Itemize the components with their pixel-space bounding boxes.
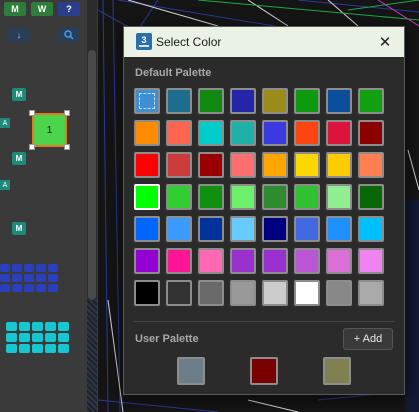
color-swatch[interactable] xyxy=(326,216,352,242)
color-swatch[interactable] xyxy=(294,216,320,242)
resize-handle[interactable] xyxy=(64,110,70,116)
color-swatch[interactable] xyxy=(198,88,224,114)
divider xyxy=(134,321,394,322)
selected-node-label: 1 xyxy=(46,124,53,136)
zoom-search-button[interactable] xyxy=(58,28,80,42)
color-swatch[interactable] xyxy=(358,184,384,210)
resize-handle[interactable] xyxy=(29,144,35,150)
color-swatch[interactable] xyxy=(230,248,256,274)
color-swatch[interactable] xyxy=(262,280,288,306)
user-color-swatch[interactable] xyxy=(177,357,205,385)
resize-handle[interactable] xyxy=(29,110,35,116)
color-swatch[interactable] xyxy=(166,152,192,178)
color-swatch[interactable] xyxy=(134,184,160,210)
color-swatch[interactable] xyxy=(198,280,224,306)
m-node[interactable]: M xyxy=(12,88,26,101)
color-swatch[interactable] xyxy=(134,88,160,114)
close-icon: ✕ xyxy=(378,34,392,51)
add-color-button[interactable]: + Add xyxy=(343,328,393,350)
color-swatch[interactable] xyxy=(294,280,320,306)
color-swatch[interactable] xyxy=(166,280,192,306)
color-swatch[interactable] xyxy=(134,120,160,146)
color-swatch[interactable] xyxy=(134,152,160,178)
right-edge-panel xyxy=(405,200,419,412)
color-swatch[interactable] xyxy=(230,184,256,210)
default-palette-grid xyxy=(134,88,384,306)
color-swatch[interactable] xyxy=(134,216,160,242)
color-swatch[interactable] xyxy=(326,120,352,146)
color-swatch[interactable] xyxy=(262,120,288,146)
color-swatch[interactable] xyxy=(230,152,256,178)
color-swatch[interactable] xyxy=(134,248,160,274)
color-swatch[interactable] xyxy=(230,216,256,242)
help-button[interactable]: ? xyxy=(58,2,80,16)
pattern-icon xyxy=(139,93,155,109)
node-cluster-cyan[interactable] xyxy=(6,322,69,353)
m-tool-button[interactable]: M xyxy=(4,2,26,16)
color-swatch[interactable] xyxy=(294,152,320,178)
color-swatch[interactable] xyxy=(198,248,224,274)
a-node[interactable]: A xyxy=(0,180,10,190)
user-color-swatch[interactable] xyxy=(323,357,351,385)
color-swatch[interactable] xyxy=(166,120,192,146)
scrollbar-track-hatch xyxy=(87,300,97,412)
scrollbar-thumb[interactable] xyxy=(88,50,96,300)
a-node[interactable]: A xyxy=(0,118,10,128)
app-icon: 3 xyxy=(136,33,152,50)
left-panel: M W ? ↓ M A 1 M A M xyxy=(0,0,98,412)
color-swatch[interactable] xyxy=(294,248,320,274)
search-icon xyxy=(64,30,74,40)
color-swatch[interactable] xyxy=(358,120,384,146)
color-swatch[interactable] xyxy=(326,152,352,178)
color-swatch[interactable] xyxy=(262,248,288,274)
down-arrow-button[interactable]: ↓ xyxy=(8,28,30,42)
color-swatch[interactable] xyxy=(230,120,256,146)
color-swatch[interactable] xyxy=(198,120,224,146)
color-swatch[interactable] xyxy=(358,216,384,242)
default-palette-heading: Default Palette xyxy=(135,67,212,79)
color-swatch[interactable] xyxy=(262,184,288,210)
selected-node[interactable]: 1 xyxy=(32,113,67,147)
color-swatch[interactable] xyxy=(358,248,384,274)
color-swatch[interactable] xyxy=(358,88,384,114)
color-swatch[interactable] xyxy=(358,152,384,178)
color-swatch[interactable] xyxy=(134,280,160,306)
color-swatch[interactable] xyxy=(166,88,192,114)
svg-text:3: 3 xyxy=(141,35,146,45)
resize-handle[interactable] xyxy=(64,144,70,150)
color-swatch[interactable] xyxy=(230,88,256,114)
color-swatch[interactable] xyxy=(198,216,224,242)
color-swatch[interactable] xyxy=(262,216,288,242)
dialog-titlebar[interactable]: 3 Select Color ✕ xyxy=(124,27,404,57)
color-swatch[interactable] xyxy=(294,184,320,210)
user-palette-heading: User Palette xyxy=(135,333,199,345)
color-swatch[interactable] xyxy=(166,184,192,210)
user-color-swatch[interactable] xyxy=(250,357,278,385)
color-swatch[interactable] xyxy=(262,88,288,114)
color-swatch[interactable] xyxy=(166,216,192,242)
color-swatch[interactable] xyxy=(198,184,224,210)
color-swatch[interactable] xyxy=(294,88,320,114)
color-swatch[interactable] xyxy=(326,280,352,306)
color-swatch[interactable] xyxy=(326,248,352,274)
color-swatch[interactable] xyxy=(166,248,192,274)
color-swatch[interactable] xyxy=(230,280,256,306)
select-color-dialog: 3 Select Color ✕ Default Palette User Pa… xyxy=(123,26,405,395)
color-swatch[interactable] xyxy=(198,152,224,178)
w-tool-button[interactable]: W xyxy=(31,2,53,16)
left-panel-scrollbar[interactable] xyxy=(87,0,97,412)
color-swatch[interactable] xyxy=(358,280,384,306)
color-swatch[interactable] xyxy=(294,120,320,146)
m-node[interactable]: M xyxy=(12,152,26,165)
color-swatch[interactable] xyxy=(326,88,352,114)
dialog-title: Select Color xyxy=(156,35,222,49)
color-swatch[interactable] xyxy=(326,184,352,210)
color-swatch[interactable] xyxy=(262,152,288,178)
m-node[interactable]: M xyxy=(12,222,26,235)
node-cluster-blue[interactable] xyxy=(0,264,58,292)
close-button[interactable]: ✕ xyxy=(374,31,396,53)
